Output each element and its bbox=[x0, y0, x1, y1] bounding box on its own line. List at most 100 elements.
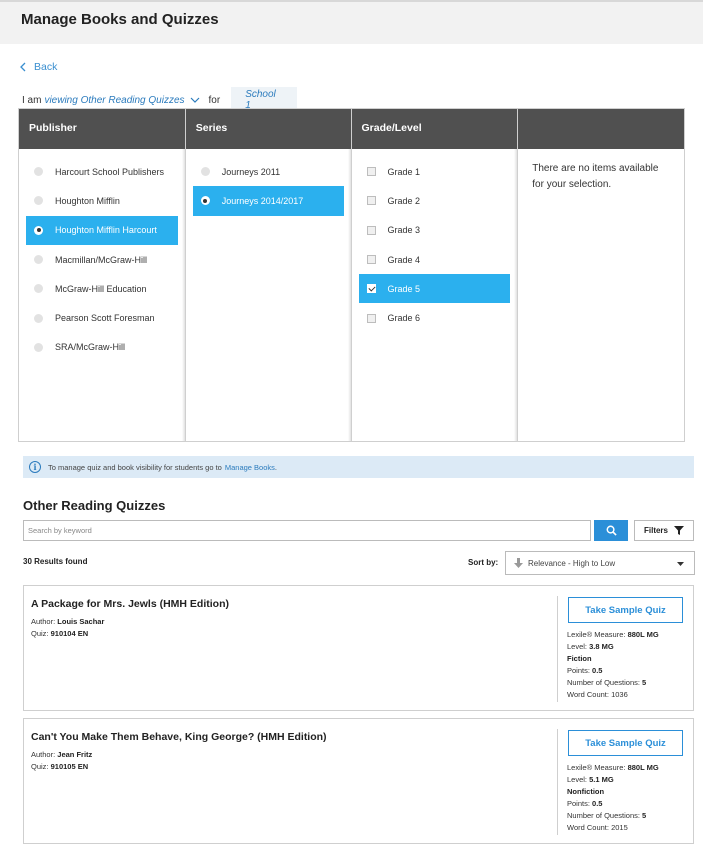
publisher-option-label: Houghton Mifflin Harcourt bbox=[55, 225, 157, 236]
search-input[interactable]: Search by keyword bbox=[23, 520, 591, 541]
publisher-option-label: Houghton Mifflin bbox=[55, 195, 120, 206]
section-title: Other Reading Quizzes bbox=[23, 498, 166, 513]
context-for: for bbox=[208, 94, 221, 106]
book-level: Level: 5.1 MG bbox=[567, 775, 614, 784]
checkbox[interactable] bbox=[366, 313, 376, 323]
radio-button[interactable] bbox=[200, 167, 210, 177]
book-author: Author: Jean Fritz bbox=[31, 750, 93, 759]
take-sample-quiz-button[interactable]: Take Sample Quiz bbox=[568, 597, 683, 623]
grade-option[interactable]: Grade 5 bbox=[358, 274, 511, 304]
view-dropdown[interactable]: viewing Other Reading Quizzes bbox=[44, 95, 199, 106]
book-points: Points: 0.5 bbox=[567, 666, 603, 675]
publisher-option[interactable]: Harcourt School Publishers bbox=[26, 157, 178, 186]
publisher-option[interactable]: Pearson Scott Foresman bbox=[26, 303, 178, 332]
manage-books-link[interactable]: Manage Books bbox=[225, 463, 275, 472]
publisher-option-label: McGraw-Hill Education bbox=[55, 283, 147, 294]
series-column: Series Journeys 2011 Journeys 2014/2017 bbox=[185, 109, 352, 441]
radio-button[interactable] bbox=[34, 225, 43, 235]
publisher-option-label: Harcourt School Publishers bbox=[55, 166, 165, 177]
filters-button[interactable]: Filters bbox=[634, 520, 694, 541]
lexile-measure: Lexile® Measure: 880L MG bbox=[567, 630, 659, 639]
book-stats: Lexile® Measure: 880L MG Level: 5.1 MG Non… bbox=[567, 762, 659, 834]
publisher-option[interactable]: Macmillan/McGraw-Hill bbox=[26, 245, 178, 274]
lexile-measure: Lexile® Measure: 880L MG bbox=[567, 763, 659, 772]
arrow-down-icon bbox=[514, 558, 523, 568]
book-card: A Package for Mrs. Jewls (HMH Edition) Au… bbox=[23, 585, 694, 711]
checkbox[interactable] bbox=[366, 255, 376, 265]
checkbox[interactable] bbox=[366, 225, 376, 235]
grade-option-label: Grade 5 bbox=[387, 283, 421, 294]
results-column: There are no items available for your se… bbox=[518, 109, 684, 441]
grade-option-label: Grade 3 bbox=[387, 225, 421, 236]
book-question-count: Number of Questions: 5 bbox=[567, 678, 647, 687]
grade-list: Grade 1 Grade 2 Grade 3 Grade 4 Grade 5 Grade… bbox=[352, 149, 518, 333]
grade-header: Grade/Level bbox=[351, 109, 518, 149]
book-genre: Fiction bbox=[567, 654, 592, 663]
empty-message: There are no items available for your se… bbox=[532, 163, 659, 190]
book-level: Level: 3.8 MG bbox=[567, 642, 614, 651]
funnel-icon bbox=[674, 526, 684, 535]
radio-button[interactable] bbox=[200, 196, 210, 206]
grade-option[interactable]: Grade 3 bbox=[359, 216, 511, 245]
publisher-option[interactable]: Houghton Mifflin bbox=[26, 186, 178, 215]
radio-button[interactable] bbox=[34, 284, 43, 294]
book-quiz-number: Quiz: 910105 EN bbox=[31, 762, 89, 771]
publisher-option[interactable]: McGraw-Hill Education bbox=[26, 274, 178, 303]
series-header: Series bbox=[185, 109, 351, 149]
radio-button[interactable] bbox=[34, 167, 43, 177]
grade-option-label: Grade 4 bbox=[387, 254, 421, 265]
info-banner: i To manage quiz and book visibility for… bbox=[23, 456, 694, 478]
info-suffix: . bbox=[274, 462, 277, 472]
series-option-label: Journeys 2014/2017 bbox=[221, 195, 304, 206]
publisher-column: Publisher Harcourt School Publishers Houg… bbox=[19, 109, 186, 441]
checkbox[interactable] bbox=[366, 284, 376, 294]
publisher-option[interactable]: Houghton Mifflin Harcourt bbox=[26, 215, 178, 245]
sort-value: Relevance - High to Low bbox=[528, 558, 616, 568]
radio-button[interactable] bbox=[34, 313, 43, 323]
grade-option-label: Grade 6 bbox=[387, 313, 421, 324]
book-title: A Package for Mrs. Jewls (HMH Edition) bbox=[31, 598, 229, 610]
checkbox[interactable] bbox=[366, 167, 376, 177]
back-link[interactable]: Back bbox=[20, 61, 57, 73]
book-word-count: Word Count: 2015 bbox=[567, 823, 628, 832]
info-text: To manage quiz and book visibility for s… bbox=[48, 462, 222, 472]
radio-button[interactable] bbox=[34, 255, 43, 265]
series-list: Journeys 2011 Journeys 2014/2017 bbox=[186, 149, 351, 216]
publisher-header: Publisher bbox=[19, 109, 185, 149]
series-option[interactable]: Journeys 2014/2017 bbox=[192, 186, 344, 216]
publisher-option[interactable]: SRA/McGraw-Hill bbox=[26, 333, 178, 362]
publisher-option-label: Pearson Scott Foresman bbox=[55, 313, 155, 324]
selection-panel: Publisher Harcourt School Publishers Houg… bbox=[18, 108, 685, 442]
checkbox[interactable] bbox=[366, 196, 376, 206]
book-points: Points: 0.5 bbox=[567, 799, 603, 808]
publisher-option-label: Macmillan/McGraw-Hill bbox=[55, 254, 148, 265]
book-author: Author: Louis Sachar bbox=[31, 617, 105, 626]
grade-option[interactable]: Grade 1 bbox=[359, 157, 511, 186]
book-card: Can't You Make Them Behave, King George?… bbox=[23, 718, 694, 844]
sort-label: Sort by: bbox=[468, 558, 499, 567]
take-sample-quiz-button[interactable]: Take Sample Quiz bbox=[568, 730, 683, 756]
context-prefix: I am bbox=[22, 94, 42, 106]
filters-label: Filters bbox=[643, 526, 668, 535]
book-stats: Lexile® Measure: 880L MG Level: 3.8 MG Fic… bbox=[567, 629, 659, 701]
view-dropdown-label: viewing Other Reading Quizzes bbox=[44, 94, 185, 106]
caret-down-icon bbox=[677, 562, 684, 566]
grade-option[interactable]: Grade 6 bbox=[359, 303, 511, 332]
radio-button[interactable] bbox=[34, 196, 43, 206]
grade-option[interactable]: Grade 2 bbox=[359, 186, 511, 215]
results-column-header bbox=[518, 109, 684, 149]
series-option[interactable]: Journeys 2011 bbox=[193, 157, 344, 186]
search-button[interactable] bbox=[594, 520, 628, 541]
sort-dropdown[interactable]: Relevance - High to Low bbox=[505, 551, 695, 575]
grade-option[interactable]: Grade 4 bbox=[359, 245, 511, 274]
radio-button[interactable] bbox=[34, 342, 43, 352]
back-label: Back bbox=[34, 61, 58, 73]
book-quiz-number: Quiz: 910104 EN bbox=[31, 629, 89, 638]
grade-column: Grade/Level Grade 1 Grade 2 Grade 3 Grade 4… bbox=[351, 109, 519, 441]
card-divider bbox=[557, 729, 558, 835]
book-title: Can't You Make Them Behave, King George?… bbox=[31, 731, 327, 743]
book-genre: Nonfiction bbox=[567, 787, 605, 796]
grade-option-label: Grade 1 bbox=[387, 166, 421, 177]
series-option-label: Journeys 2011 bbox=[221, 166, 281, 177]
page-header: Manage Books and Quizzes bbox=[0, 0, 703, 44]
